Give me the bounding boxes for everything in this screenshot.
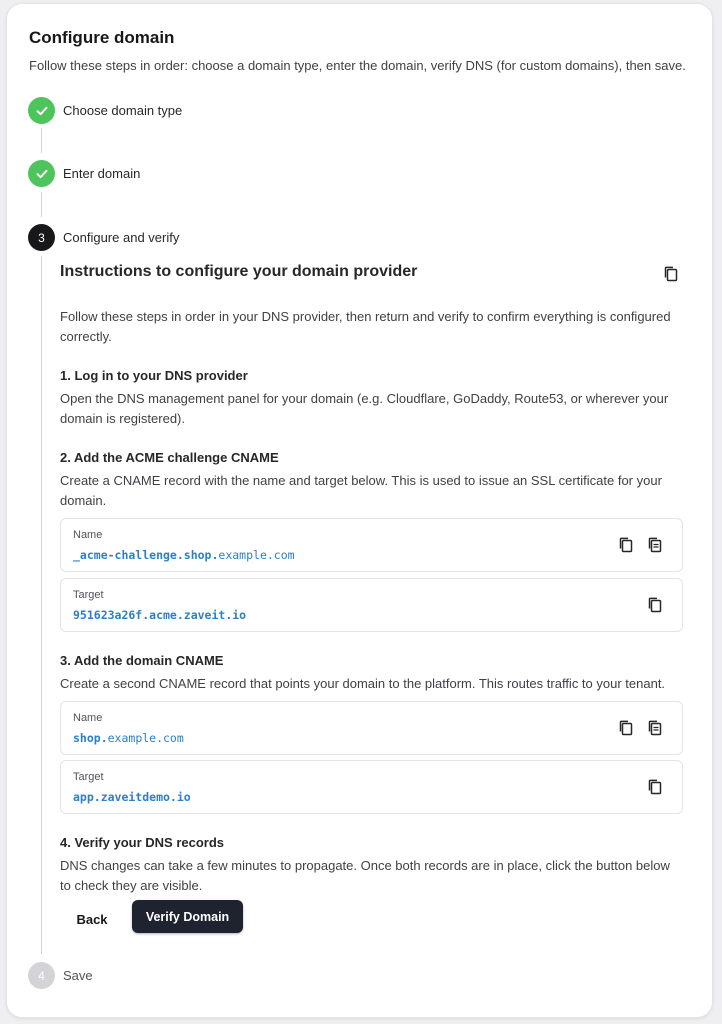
step-3-active-indicator: 3 [28, 224, 55, 251]
instructions-intro: Follow these steps in order in your DNS … [60, 309, 671, 344]
record-value[interactable]: shop.example.com [73, 731, 184, 745]
verify-domain-button[interactable]: Verify Domain [132, 900, 243, 933]
section-4-heading: 4. Verify your DNS records [60, 835, 225, 850]
step-connector [41, 256, 42, 954]
step-2-label: Enter domain [63, 166, 141, 181]
copy-icon[interactable] [662, 265, 682, 285]
back-button[interactable]: Back [62, 903, 122, 935]
copy-subdomain-icon[interactable] [617, 536, 635, 554]
page-subtitle: Follow these steps in order: choose a do… [29, 58, 686, 73]
step-1-label: Choose domain type [63, 103, 183, 118]
configure-domain-card: Configure domain Follow these steps in o… [6, 3, 713, 1018]
check-icon [36, 106, 47, 115]
step-3-label: Configure and verify [63, 230, 180, 245]
copy-subdomain-icon[interactable] [617, 719, 635, 737]
copy-icon[interactable] [646, 536, 664, 554]
acme-target-record: Target 951623a26f.acme.zaveit.io [60, 578, 683, 632]
section-1-text: Open the DNS management panel for your d… [60, 391, 669, 426]
section-4-text: DNS changes can take a few minutes to pr… [60, 858, 670, 893]
domain-name-record: Name shop.example.com [60, 701, 683, 755]
record-value[interactable]: 951623a26f.acme.zaveit.io [73, 608, 246, 622]
domain-target-record: Target app.zaveitdemo.io [60, 760, 683, 814]
copy-icon[interactable] [646, 596, 664, 614]
step-connector [41, 192, 42, 217]
acme-name-record: Name _acme-challenge.shop.example.com [60, 518, 683, 572]
step-2-complete-indicator [28, 160, 55, 187]
record-label: Target [73, 589, 104, 601]
check-icon [36, 169, 47, 178]
section-2-text: Create a CNAME record with the name and … [60, 473, 662, 508]
section-3-heading: 3. Add the domain CNAME [60, 653, 224, 668]
copy-icon[interactable] [646, 778, 664, 796]
page-title: Configure domain [29, 28, 175, 47]
record-value[interactable]: app.zaveitdemo.io [73, 790, 191, 804]
section-1-heading: 1. Log in to your DNS provider [60, 368, 248, 383]
record-value[interactable]: _acme-challenge.shop.example.com [73, 548, 295, 562]
instructions-title: Instructions to configure your domain pr… [60, 263, 418, 280]
copy-icon[interactable] [646, 719, 664, 737]
step-4-pending-indicator: 4 [28, 962, 55, 989]
step-4-label: Save [63, 968, 93, 983]
record-label: Name [73, 712, 103, 724]
section-2-heading: 2. Add the ACME challenge CNAME [60, 450, 279, 465]
step-1-complete-indicator [28, 97, 55, 124]
section-3-text: Create a second CNAME record that points… [60, 676, 666, 691]
step-connector [41, 128, 42, 153]
record-label: Target [73, 771, 104, 783]
record-label: Name [73, 529, 103, 541]
